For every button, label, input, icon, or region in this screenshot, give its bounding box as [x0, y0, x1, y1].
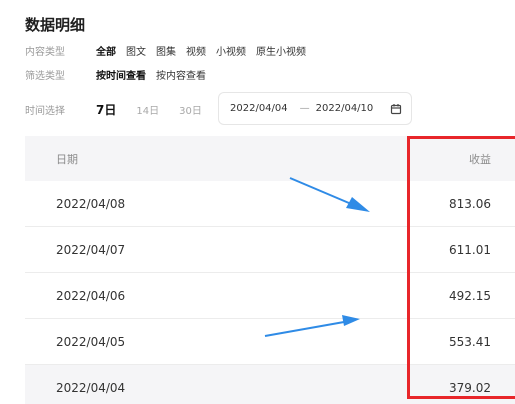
- row-date: 2022/04/08: [56, 196, 126, 211]
- revenue-highlight-box: [407, 136, 515, 399]
- row-date: 2022/04/05: [56, 334, 126, 349]
- filter-by-time[interactable]: 按时间查看: [96, 67, 146, 82]
- row-date: 2022/04/07: [56, 242, 126, 257]
- date-range-separator: —: [299, 103, 310, 114]
- content-type-article[interactable]: 图文: [126, 43, 146, 58]
- content-type-video[interactable]: 视频: [186, 43, 206, 58]
- time-option-14d[interactable]: 14日: [136, 102, 159, 117]
- time-option-30d[interactable]: 30日: [179, 102, 202, 117]
- calendar-icon[interactable]: [390, 103, 402, 115]
- content-type-native-short-video[interactable]: 原生小视频: [256, 43, 306, 58]
- date-range-end[interactable]: 2022/04/10: [316, 103, 374, 114]
- filter-by-content[interactable]: 按内容查看: [156, 67, 206, 82]
- time-option-7d[interactable]: 7日: [96, 101, 116, 118]
- content-type-label: 内容类型: [25, 47, 65, 58]
- filter-type-label: 筛选类型: [25, 71, 65, 82]
- date-range-start[interactable]: 2022/04/04: [230, 103, 288, 114]
- row-date: 2022/04/06: [56, 288, 126, 303]
- time-label: 时间选择: [25, 105, 65, 117]
- row-date: 2022/04/04: [56, 381, 126, 395]
- content-type-all[interactable]: 全部: [96, 43, 116, 58]
- header-date: 日期: [56, 152, 78, 166]
- content-type-filter: 内容类型 全部 图文 图集 视频 小视频 原生小视频: [25, 43, 316, 58]
- filter-type-filter: 筛选类型 按时间查看 按内容查看: [25, 67, 216, 82]
- page-title: 数据明细: [25, 16, 86, 34]
- date-range-picker[interactable]: 2022/04/04 — 2022/04/10: [218, 92, 412, 125]
- content-type-gallery[interactable]: 图集: [156, 43, 176, 58]
- time-selector: 时间选择 7日 14日 30日: [25, 92, 222, 126]
- content-type-short-video[interactable]: 小视频: [216, 43, 246, 58]
